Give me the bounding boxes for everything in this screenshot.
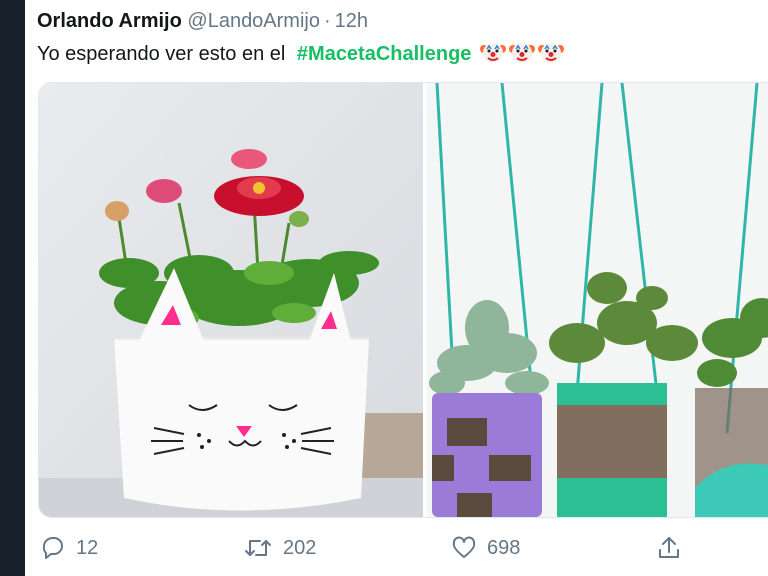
tweet-text: Yo esperando ver esto en el #MacetaChall… (37, 39, 564, 72)
tweet-media[interactable] (38, 82, 768, 518)
reply-icon (40, 535, 66, 561)
clown-face-icon (479, 39, 506, 72)
author-name[interactable]: Orlando Armijo (37, 10, 182, 32)
like-action[interactable]: 698 (451, 534, 520, 562)
tweet-timestamp[interactable]: 12h (335, 10, 368, 32)
share-action[interactable] (656, 534, 682, 562)
heart-icon (451, 535, 477, 561)
reply-action[interactable]: 12 (40, 534, 98, 562)
photo-hanging-planters[interactable] (427, 83, 768, 517)
hashtag-link[interactable]: #MacetaChallenge (297, 43, 472, 65)
share-icon (656, 535, 682, 561)
clown-face-icon (508, 39, 535, 72)
author-handle[interactable]: @LandoArmijo (187, 10, 320, 32)
tweet-header: Orlando Armijo @LandoArmijo · 12h (37, 8, 368, 34)
retweet-count: 202 (283, 536, 317, 559)
left-dark-rail (0, 0, 25, 576)
tweet-actions: 12 202 698 (25, 520, 768, 576)
tweet-text-body: Yo esperando ver esto en el (37, 43, 286, 65)
photo-cat-planter[interactable] (39, 83, 423, 517)
clown-face-icon (537, 39, 564, 72)
retweet-icon (243, 535, 273, 561)
separator-dot: · (323, 10, 331, 32)
like-count: 698 (487, 536, 521, 559)
reply-count: 12 (76, 536, 99, 559)
retweet-action[interactable]: 202 (243, 534, 316, 562)
tweet-card[interactable]: Orlando Armijo @LandoArmijo · 12h Yo esper… (25, 0, 768, 576)
